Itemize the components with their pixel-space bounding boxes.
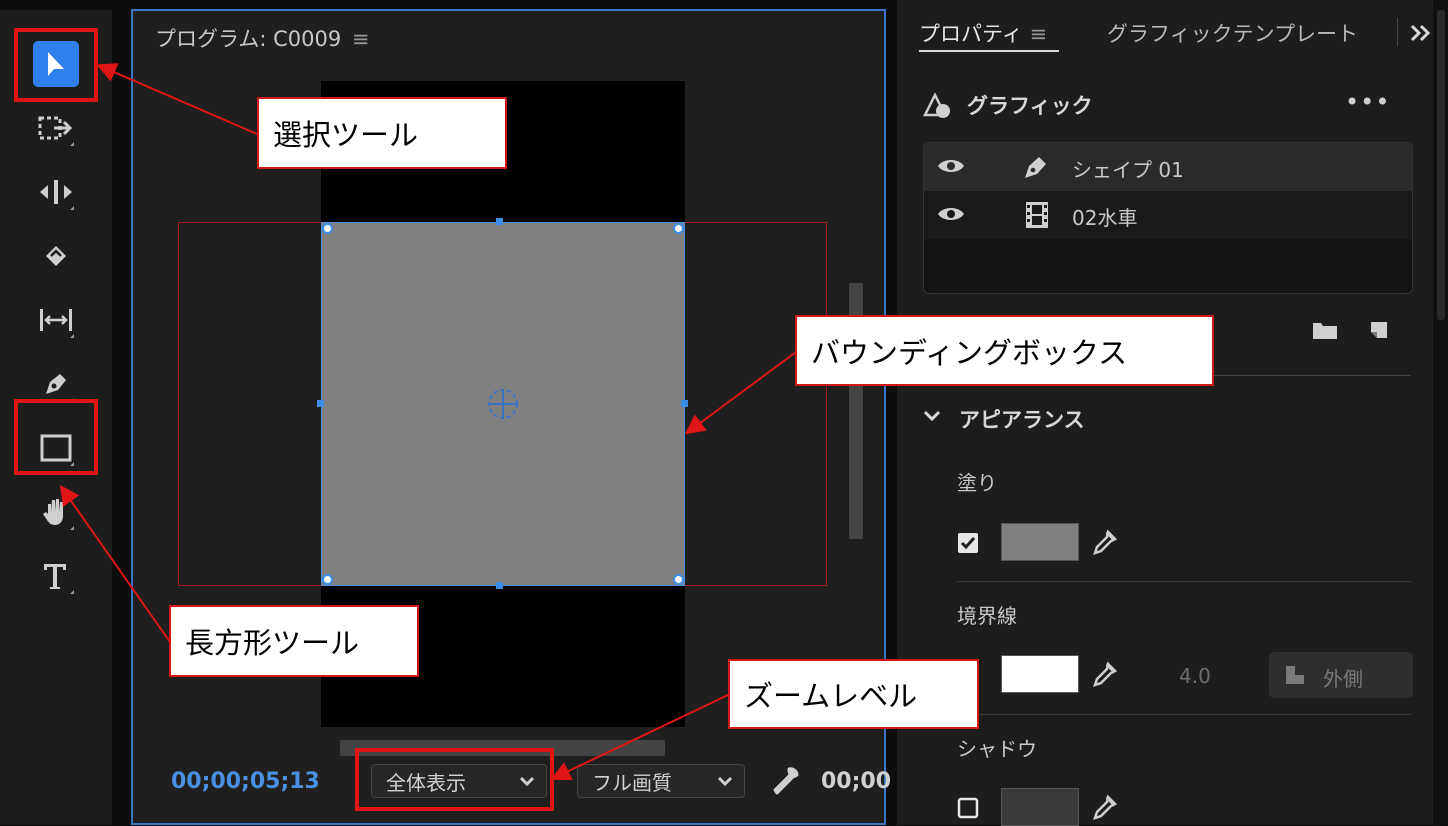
callout-zoom-level: ズームレベル <box>728 659 979 729</box>
annotation-arrows <box>59 63 797 781</box>
callout-rect-tool: 長方形ツール <box>169 605 419 677</box>
callout-select-tool: 選択ツール <box>257 97 507 169</box>
callout-bounding-box: バウンディングボックス <box>795 315 1214 386</box>
